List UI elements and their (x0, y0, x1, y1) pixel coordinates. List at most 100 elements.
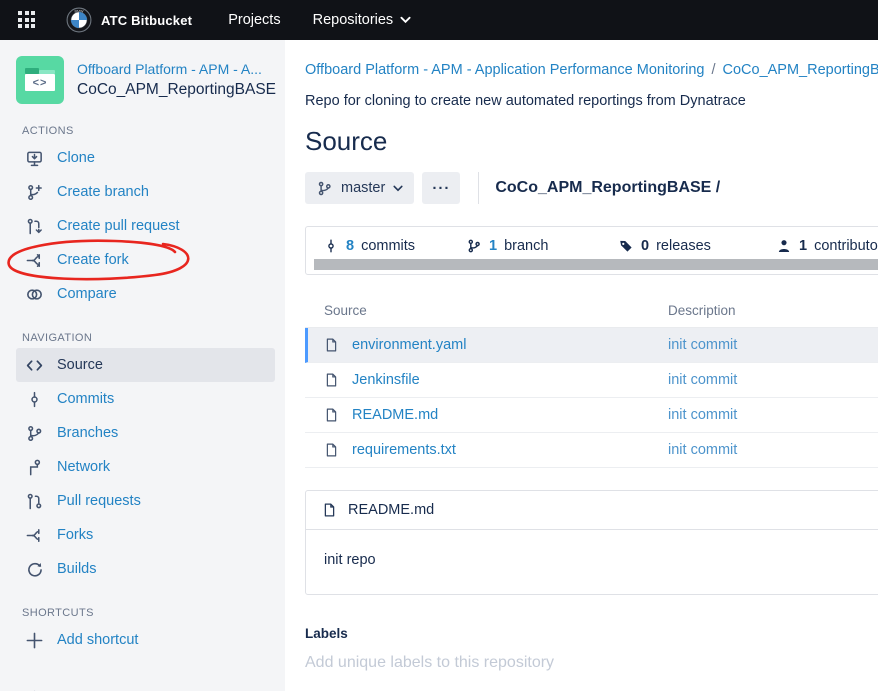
breadcrumb-repo-link[interactable]: CoCo_APM_ReportingBASE (723, 62, 878, 78)
sidebar-item-label: Add shortcut (57, 632, 138, 648)
sidebar-item-label: Builds (57, 561, 97, 577)
sidebar-item-label: Compare (57, 286, 117, 302)
labels-title: Labels (305, 626, 878, 641)
repo-header-text: Offboard Platform - APM - A... CoCo_APM_… (77, 56, 276, 102)
file-icon (322, 502, 337, 518)
sidebar-item-branches[interactable]: Branches (16, 416, 275, 450)
nav-projects-label: Projects (228, 12, 280, 28)
horizontal-scrollbar[interactable] (314, 259, 878, 270)
sidebar-item-builds[interactable]: Builds (16, 552, 275, 586)
create-branch-icon (24, 182, 44, 202)
repo-description: Repo for cloning to create new automated… (305, 93, 878, 109)
table-row[interactable]: environment.yaml init commit (305, 328, 878, 363)
more-actions-button[interactable]: ··· (422, 172, 460, 204)
stat-value: 1 (489, 238, 497, 254)
readme-filename: README.md (348, 502, 434, 518)
chevron-down-icon (393, 185, 403, 192)
breadcrumb-project-link[interactable]: Offboard Platform - APM - Application Pe… (305, 62, 704, 78)
chevron-down-icon (400, 16, 411, 24)
project-link[interactable]: Offboard Platform - APM - A... (77, 59, 276, 79)
forks-icon (24, 525, 44, 545)
breadcrumb: Offboard Platform - APM - Application Pe… (305, 62, 878, 78)
file-link[interactable]: README.md (352, 407, 438, 423)
sidebar-item-create-pull-request[interactable]: Create pull request (16, 209, 275, 243)
bmw-logo: BMW (66, 7, 92, 33)
page-title: Source (305, 126, 878, 157)
commit-message-link[interactable]: init commit (668, 337, 737, 353)
labels-input-placeholder[interactable]: Add unique labels to this repository (305, 654, 878, 672)
repository-sidebar: <> Offboard Platform - APM - A... CoCo_A… (0, 40, 285, 691)
stat-label: commits (361, 238, 415, 254)
bitbucket-home-link[interactable]: BMW ATC Bitbucket (66, 7, 192, 33)
file-table-header: Source Description (305, 299, 878, 328)
table-row[interactable]: README.md init commit (305, 398, 878, 433)
table-row[interactable]: requirements.txt init commit (305, 433, 878, 468)
compare-icon (24, 284, 44, 304)
sidebar-item-repository-settings[interactable]: Repository settings (16, 681, 275, 691)
actions-list: Clone Create branch Create pull requ (16, 141, 275, 311)
sidebar-item-source[interactable]: Source (16, 348, 275, 382)
branch-selector-value: master (341, 180, 385, 196)
sidebar-item-label: Create pull request (57, 218, 180, 234)
sidebar-item-clone[interactable]: Clone (16, 141, 275, 175)
commits-icon (24, 389, 44, 409)
app-title: ATC Bitbucket (101, 13, 192, 28)
sidebar-item-create-fork[interactable]: Create fork (16, 243, 275, 277)
plus-icon (24, 630, 44, 650)
stat-contributors[interactable]: 1 contributor (776, 238, 878, 254)
toolbar-divider (478, 172, 479, 204)
commit-icon (323, 238, 339, 254)
stat-label: releases (656, 238, 711, 254)
pull-requests-icon (24, 491, 44, 511)
app-grid-icon[interactable] (18, 11, 36, 29)
sidebar-item-label: Forks (57, 527, 93, 543)
sidebar-item-label: Source (57, 357, 103, 373)
table-row[interactable]: Jenkinsfile init commit (305, 363, 878, 398)
sidebar-item-label: Pull requests (57, 493, 141, 509)
shortcuts-section-header: SHORTCUTS (22, 607, 277, 619)
nav-repositories[interactable]: Repositories (313, 12, 412, 28)
branches-icon (24, 423, 44, 443)
sidebar-item-forks[interactable]: Forks (16, 518, 275, 552)
readme-header[interactable]: README.md (306, 491, 878, 530)
sidebar-item-network[interactable]: Network (16, 450, 275, 484)
stat-commits[interactable]: 8 commits (323, 238, 415, 254)
stat-label: branch (504, 238, 548, 254)
stat-branches[interactable]: 1 branch (466, 238, 548, 254)
branch-selector[interactable]: master (305, 172, 414, 204)
commit-message-link[interactable]: init commit (668, 372, 737, 388)
sidebar-item-pull-requests[interactable]: Pull requests (16, 484, 275, 518)
sidebar-item-label: Network (57, 459, 110, 475)
column-header-source: Source (324, 303, 668, 318)
sidebar-item-commits[interactable]: Commits (16, 382, 275, 416)
file-link[interactable]: Jenkinsfile (352, 372, 420, 388)
commit-message-link[interactable]: init commit (668, 442, 737, 458)
repo-avatar[interactable]: <> (16, 56, 64, 104)
nav-projects[interactable]: Projects (228, 12, 280, 28)
file-link[interactable]: environment.yaml (352, 337, 466, 353)
actions-section-header: ACTIONS (22, 125, 277, 137)
shortcuts-list: Add shortcut (16, 623, 275, 657)
stat-label: contributor (814, 238, 878, 254)
create-fork-icon (24, 250, 44, 270)
file-icon (324, 337, 339, 353)
stat-value: 8 (346, 238, 354, 254)
file-table: Source Description environment.yaml init… (305, 299, 878, 468)
file-link[interactable]: requirements.txt (352, 442, 456, 458)
builds-icon (24, 559, 44, 579)
stat-releases[interactable]: 0 releases (618, 238, 711, 254)
settings-list: Repository settings (16, 681, 275, 691)
sidebar-item-add-shortcut[interactable]: Add shortcut (16, 623, 275, 657)
commit-message-link[interactable]: init commit (668, 407, 737, 423)
repo-path: CoCo_APM_ReportingBASE / (495, 179, 720, 197)
file-icon (324, 442, 339, 458)
sidebar-item-compare[interactable]: Compare (16, 277, 275, 311)
sidebar-item-label: Commits (57, 391, 114, 407)
sidebar-item-label: Clone (57, 150, 95, 166)
sidebar-item-create-branch[interactable]: Create branch (16, 175, 275, 209)
readme-content: init repo (306, 530, 878, 594)
sidebar-item-label: Create fork (57, 252, 129, 268)
navigation-section-header: NAVIGATION (22, 332, 277, 344)
source-icon (24, 355, 44, 375)
top-nav-menu: Projects Repositories (228, 12, 411, 28)
